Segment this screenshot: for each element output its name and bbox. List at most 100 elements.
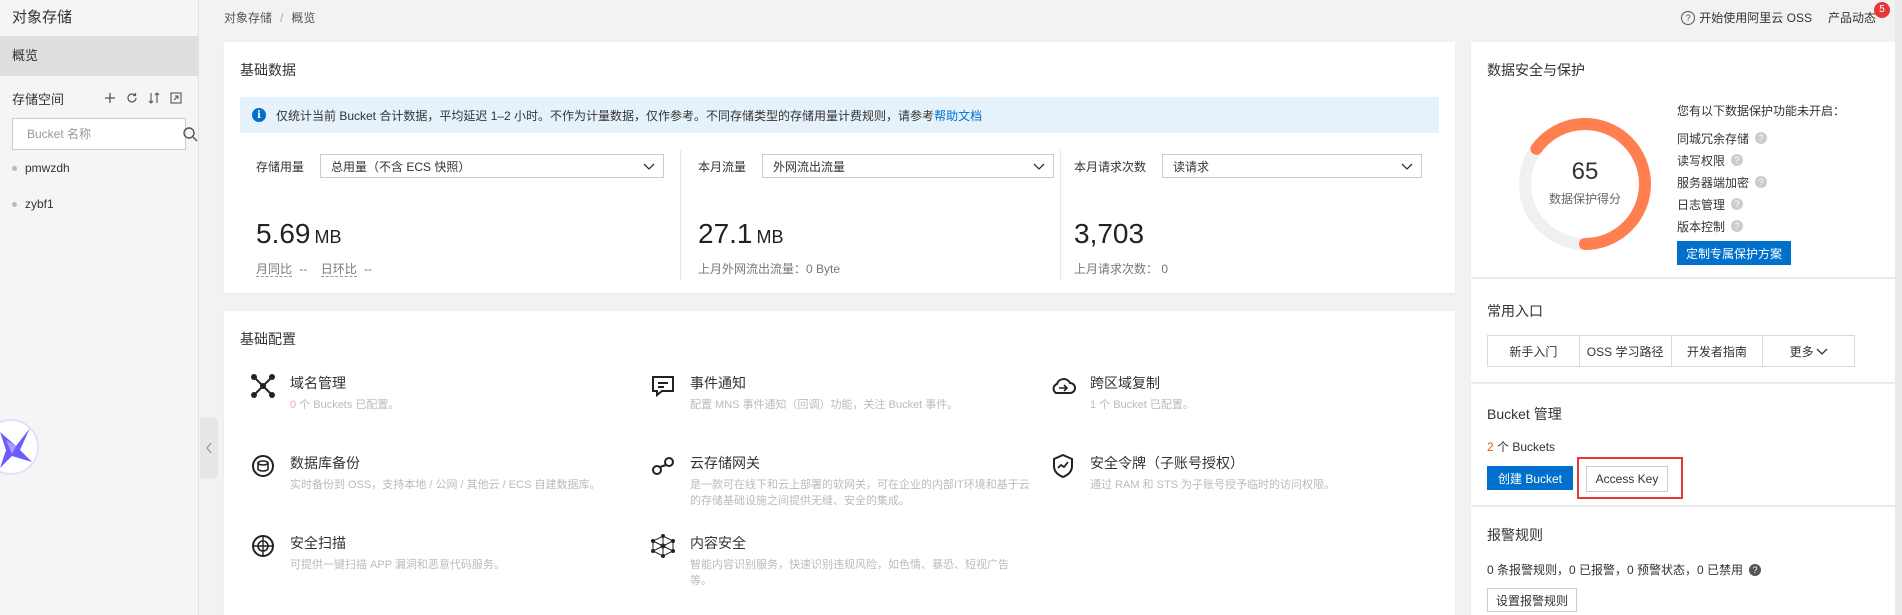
bucket-list-item[interactable]: pmwzdh bbox=[0, 150, 198, 186]
dod-value: -- bbox=[364, 262, 373, 276]
feature-name: 安全扫描 bbox=[290, 535, 346, 551]
storage-compare: 月同比 -- 日环比 -- bbox=[256, 260, 666, 277]
divider bbox=[1060, 150, 1061, 280]
common-entry-links: 新手入门 OSS 学习路径 开发者指南 更多 bbox=[1487, 335, 1855, 367]
create-bucket-button[interactable]: 创建 Bucket bbox=[1487, 466, 1573, 490]
sort-icon[interactable] bbox=[146, 90, 162, 106]
entry-more[interactable]: 更多 bbox=[1763, 336, 1854, 366]
requests-value: 3,703 bbox=[1074, 218, 1145, 249]
database-backup-icon bbox=[252, 455, 274, 477]
storage-type-select[interactable]: 总用量（不含 ECS 快照） bbox=[320, 154, 665, 178]
feature-desc: 可提供一键扫描 APP 漏洞和恶意代码服务。 bbox=[290, 559, 505, 571]
product-news-link[interactable]: 产品动态 5 bbox=[1827, 2, 1890, 26]
chevron-down-icon bbox=[1816, 348, 1828, 355]
bucket-management-title: Bucket 管理 bbox=[1487, 406, 1562, 422]
bucket-count: 2 个 Buckets bbox=[1487, 440, 1556, 454]
help-doc-link[interactable]: 帮助文档 bbox=[934, 107, 982, 124]
feature-name: 内容安全 bbox=[690, 535, 746, 551]
feature-name: 跨区域复制 bbox=[1090, 375, 1160, 391]
bucket-search-box bbox=[12, 118, 198, 150]
assistant-logo-icon[interactable] bbox=[0, 418, 40, 476]
bucket-section-label: 存储空间 bbox=[12, 91, 65, 107]
common-entry-card: 常用入口 新手入门 OSS 学习路径 开发者指南 更多 bbox=[1471, 279, 1895, 382]
product-news-label: 产品动态 bbox=[1827, 11, 1876, 25]
feature-desc: 是一款可在线下和云上部署的软网关，可在企业的内部IT环境和基于云的存储基础设施之… bbox=[690, 479, 1030, 507]
bucket-name: zybf1 bbox=[25, 197, 54, 211]
entry-developer-guide[interactable]: 开发者指南 bbox=[1672, 336, 1764, 366]
feature-desc: 1 个 Bucket 已配置。 bbox=[1090, 399, 1194, 411]
protection-list-head: 您有以下数据保护功能未开启： bbox=[1677, 104, 1846, 118]
access-key-button[interactable]: Access Key bbox=[1586, 466, 1668, 492]
network-nodes-icon bbox=[251, 374, 275, 398]
help-icon[interactable]: ? bbox=[1755, 176, 1768, 188]
protection-item: 版本控制? bbox=[1677, 215, 1845, 237]
sidebar-collapse-handle[interactable] bbox=[200, 418, 218, 478]
request-type-select[interactable]: 读请求 bbox=[1162, 154, 1423, 178]
help-icon[interactable]: ? bbox=[1731, 154, 1744, 166]
page-scrollbar[interactable] bbox=[1895, 0, 1902, 615]
help-icon[interactable]: ? bbox=[1731, 220, 1744, 232]
basic-config-title: 基础配置 bbox=[240, 331, 296, 347]
set-alarm-rules-button[interactable]: 设置报警规则 bbox=[1487, 588, 1577, 612]
feature-name: 事件通知 bbox=[690, 375, 746, 391]
chevron-down-icon bbox=[643, 163, 655, 170]
data-protection-card: 数据安全与保护 65 数据保护得分 您有以下数据保护功能未开启： 同城冗余存储?… bbox=[1471, 42, 1895, 277]
question-icon: ? bbox=[1681, 10, 1696, 25]
access-key-highlight: Access Key bbox=[1577, 457, 1683, 499]
alarm-rules-card: 报警规则 0 条报警规则，0 已报警，0 预警状态，0 已禁用? 设置报警规则 bbox=[1471, 507, 1895, 615]
feature-desc: 通过 RAM 和 STS 为子账号授予临时的访问权限。 bbox=[1090, 479, 1336, 491]
chevron-down-icon bbox=[1033, 163, 1045, 170]
feature-name: 数据库备份 bbox=[290, 455, 360, 471]
protection-disabled-list: 您有以下数据保护功能未开启： 同城冗余存储? 读写权限? 服务器端加密? 日志管… bbox=[1677, 102, 1845, 265]
bucket-management-card: Bucket 管理 2 个 Buckets 创建 Bucket Access K… bbox=[1471, 384, 1895, 505]
feature-name: 云存储网关 bbox=[690, 455, 760, 471]
bucket-search-input[interactable] bbox=[13, 127, 182, 141]
feature-desc: 实时备份到 OSS，支持本地 / 公网 / 其他云 / ECS 自建数据库。 bbox=[290, 479, 601, 491]
start-guide-link[interactable]: 开始使用阿里云 OSS bbox=[1699, 9, 1812, 26]
protection-item: 读写权限? bbox=[1677, 149, 1845, 171]
storage-value: 5.69 MB bbox=[256, 218, 342, 249]
common-entry-title: 常用入口 bbox=[1487, 303, 1543, 319]
mom-label[interactable]: 月同比 bbox=[256, 262, 293, 277]
alarm-stats: 0 条报警规则，0 已报警，0 预警状态，0 已禁用? bbox=[1487, 561, 1762, 578]
storage-metric: 存储用量 总用量（不含 ECS 快照） 5.69 MB 月同比 -- 日环比 -- bbox=[256, 154, 666, 284]
help-icon[interactable]: ? bbox=[1749, 563, 1762, 576]
feature-desc: 0 个 Buckets 已配置。 bbox=[290, 399, 400, 411]
alarm-rules-title: 报警规则 bbox=[1487, 527, 1543, 543]
bucket-list-item[interactable]: zybf1 bbox=[0, 186, 198, 222]
molecule-icon bbox=[651, 534, 675, 558]
info-icon: i bbox=[252, 108, 266, 122]
storage-type-value: 总用量（不含 ECS 快照） bbox=[331, 159, 471, 174]
notice-text: 仅统计当前 Bucket 合计数据，平均延迟 1–2 小时。不作为计量数据，仅作… bbox=[276, 108, 935, 123]
search-icon[interactable] bbox=[182, 126, 198, 142]
help-icon[interactable]: ? bbox=[1755, 132, 1768, 144]
entry-getting-started[interactable]: 新手入门 bbox=[1488, 336, 1580, 366]
feature-name: 域名管理 bbox=[290, 375, 346, 391]
protection-item: 日志管理? bbox=[1677, 193, 1845, 215]
basic-data-title: 基础数据 bbox=[240, 62, 296, 78]
gateway-link-icon bbox=[652, 457, 674, 475]
info-notice: i 仅统计当前 Bucket 合计数据，平均延迟 1–2 小时。不作为计量数据，… bbox=[240, 97, 1439, 133]
storage-label: 存储用量 bbox=[256, 159, 305, 174]
top-right-links: ? 开始使用阿里云 OSS 产品动态 5 bbox=[1681, 2, 1890, 26]
help-icon[interactable]: ? bbox=[1731, 198, 1744, 210]
traffic-metric: 本月流量 外网流出流量 27.1 MB 上月外网流出流量：0 Byte bbox=[698, 154, 1058, 284]
traffic-type-select[interactable]: 外网流出流量 bbox=[762, 154, 1055, 178]
sidebar-item-overview[interactable]: 概览 bbox=[0, 36, 198, 76]
protection-item: 服务器端加密? bbox=[1677, 171, 1845, 193]
entry-more-label: 更多 bbox=[1789, 344, 1814, 359]
export-icon[interactable] bbox=[168, 90, 184, 106]
divider bbox=[680, 150, 681, 280]
dod-label[interactable]: 日环比 bbox=[320, 262, 357, 277]
breadcrumb-root[interactable]: 对象存储 bbox=[224, 11, 272, 25]
refresh-icon[interactable] bbox=[124, 90, 140, 106]
requests-last-month: 上月请求次数： 0 bbox=[1074, 262, 1169, 276]
data-protection-title: 数据安全与保护 bbox=[1487, 62, 1585, 78]
feature-desc: 配置 MNS 事件通知（回调）功能，关注 Bucket 事件。 bbox=[690, 399, 959, 411]
protection-score-caption: 数据保护得分 bbox=[1548, 192, 1621, 206]
mom-value: -- bbox=[299, 262, 308, 276]
request-type-value: 读请求 bbox=[1173, 159, 1210, 174]
custom-protection-plan-button[interactable]: 定制专属保护方案 bbox=[1677, 241, 1791, 265]
add-bucket-icon[interactable] bbox=[102, 90, 118, 106]
entry-learning-path[interactable]: OSS 学习路径 bbox=[1580, 336, 1672, 366]
